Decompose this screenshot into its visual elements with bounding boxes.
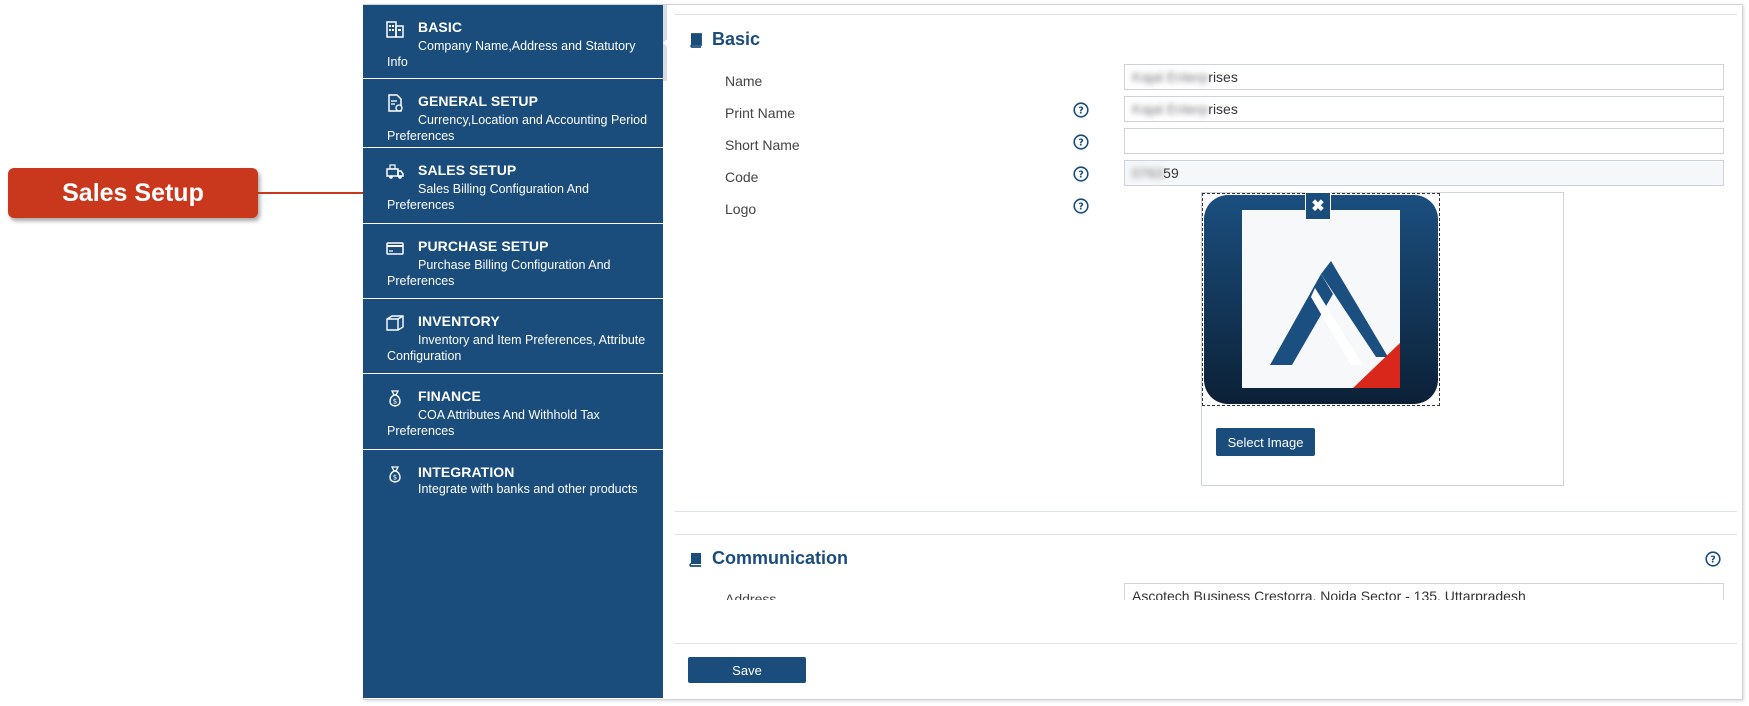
sales-setup-callout: Sales Setup — [8, 168, 258, 218]
print-name-label: Print Name — [725, 105, 796, 121]
name-value-redacted: Kajal Enterp — [1132, 69, 1209, 85]
save-button[interactable]: Save — [688, 657, 806, 683]
sidebar-item-desc: Purchase Billing Configuration And Prefe… — [387, 258, 611, 288]
sidebar-item-title: GENERAL SETUP — [418, 93, 539, 109]
svg-text:?: ? — [1078, 138, 1084, 149]
book-icon — [689, 552, 701, 567]
name-input[interactable]: Kajal Enterprises — [1124, 64, 1724, 90]
box-icon — [386, 315, 404, 331]
select-image-button[interactable]: Select Image — [1216, 428, 1315, 456]
name-value: rises — [1208, 69, 1238, 85]
logo-label: Logo — [725, 201, 757, 217]
sidebar-item-general-setup[interactable]: GENERAL SETUP Currency,Location and Acco… — [363, 79, 663, 148]
truck-icon — [386, 164, 404, 179]
code-value-redacted: 0763 — [1132, 165, 1164, 181]
svg-text:?: ? — [1078, 202, 1084, 213]
divider — [675, 534, 1737, 535]
sidebar-item-title: INTEGRATION — [418, 464, 515, 480]
help-icon[interactable]: ? — [1705, 551, 1721, 567]
sidebar-item-title: FINANCE — [418, 388, 481, 404]
sidebar-item-desc: Inventory and Item Preferences, Attribut… — [387, 333, 646, 363]
book-icon — [690, 32, 702, 48]
svg-text:?: ? — [1710, 555, 1716, 566]
sidebar-item-title: PURCHASE SETUP — [418, 238, 549, 254]
sidebar-item-integration[interactable]: $ INTEGRATION Integrate with banks and o… — [363, 450, 663, 512]
active-item-indicator — [663, 36, 671, 50]
communication-scroll-area[interactable]: Address Ascotech Business Crestorra, Noi… — [675, 580, 1737, 600]
remove-logo-button[interactable]: ✖ — [1305, 192, 1331, 220]
money-bag-icon: $ — [389, 390, 401, 407]
divider — [675, 14, 1737, 15]
sidebar-item-title: INVENTORY — [418, 313, 500, 329]
sidebar-item-purchase-setup[interactable]: PURCHASE SETUP Purchase Billing Configur… — [363, 224, 663, 299]
sidebar-item-desc: Sales Billing Configuration And Preferen… — [387, 182, 589, 212]
settings-sidebar: BASIC Company Name,Address and Statutory… — [363, 5, 663, 698]
print-name-value: rises — [1208, 101, 1238, 117]
sidebar-item-basic[interactable]: BASIC Company Name,Address and Statutory… — [363, 5, 663, 79]
credit-card-icon — [386, 242, 404, 255]
help-icon[interactable]: ? — [1073, 134, 1089, 150]
code-input[interactable]: 076359 — [1124, 160, 1724, 186]
sidebar-item-title: BASIC — [418, 19, 463, 35]
short-name-label: Short Name — [725, 137, 800, 153]
sidebar-item-finance[interactable]: $ FINANCE COA Attributes And Withhold Ta… — [363, 374, 663, 450]
company-logo-image — [1202, 193, 1440, 406]
communication-heading-text: Communication — [712, 548, 849, 568]
basic-section-heading: Basic — [688, 29, 760, 50]
svg-text:?: ? — [1078, 170, 1084, 181]
sidebar-item-desc: Integrate with banks and other products — [418, 482, 638, 496]
building-icon — [386, 21, 404, 38]
sidebar-item-desc: Company Name,Address and Statutory Info — [387, 39, 636, 69]
sidebar-item-desc: COA Attributes And Withhold Tax Preferen… — [387, 408, 600, 438]
sidebar-item-title: SALES SETUP — [418, 162, 517, 178]
basic-heading-text: Basic — [712, 29, 761, 49]
communication-section-heading: Communication — [688, 548, 848, 569]
sidebar-item-inventory[interactable]: INVENTORY Inventory and Item Preferences… — [363, 299, 663, 374]
divider — [675, 643, 1737, 644]
sidebar-item-sales-setup[interactable]: SALES SETUP Sales Billing Configuration … — [363, 148, 663, 224]
address-label: Address — [725, 591, 777, 600]
print-name-input[interactable]: Kajal Enterprises — [1124, 96, 1724, 122]
address-input[interactable]: Ascotech Business Crestorra, Noida Secto… — [1124, 583, 1724, 600]
logo-graphic — [1204, 195, 1438, 404]
short-name-input[interactable] — [1124, 128, 1724, 154]
sidebar-item-desc: Currency,Location and Accounting Period … — [387, 113, 648, 143]
code-value: 59 — [1163, 165, 1179, 181]
document-settings-icon — [388, 94, 403, 112]
help-icon[interactable]: ? — [1073, 166, 1089, 182]
svg-text:?: ? — [1078, 106, 1084, 117]
help-icon[interactable]: ? — [1073, 102, 1089, 118]
print-name-value-redacted: Kajal Enterp — [1132, 101, 1209, 117]
name-label: Name — [725, 73, 763, 89]
svg-text:$: $ — [393, 398, 397, 406]
divider — [675, 511, 1737, 512]
help-icon[interactable]: ? — [1073, 198, 1089, 214]
code-label: Code — [725, 169, 759, 185]
